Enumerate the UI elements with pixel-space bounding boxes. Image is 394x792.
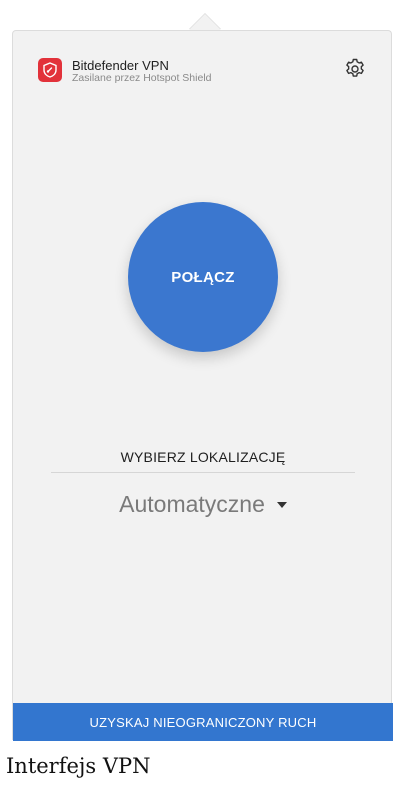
popup-arrow [189,14,221,30]
divider [51,472,355,473]
bitdefender-logo-icon [38,58,62,82]
caret-down-icon [276,501,287,508]
location-value: Automatyczne [119,491,265,517]
app-subtitle: Zasilane przez Hotspot Shield [72,72,212,84]
header: Bitdefender VPN Zasilane przez Hotspot S… [38,58,371,90]
vpn-popup-window: Bitdefender VPN Zasilane przez Hotspot S… [12,30,393,741]
gear-icon [343,57,367,86]
page: Bitdefender VPN Zasilane przez Hotspot S… [0,0,394,792]
location-label: WYBIERZ LOKALIZACJĘ [120,449,286,465]
app-title: Bitdefender VPN [72,58,169,73]
figure-caption: Interfejs VPN [6,754,151,778]
connect-button[interactable]: POŁĄCZ [128,202,278,352]
upgrade-button[interactable]: UZYSKAJ NIEOGRANICZONY RUCH [13,703,393,741]
location-dropdown[interactable]: Automatyczne [13,491,393,518]
settings-button[interactable] [342,58,368,84]
